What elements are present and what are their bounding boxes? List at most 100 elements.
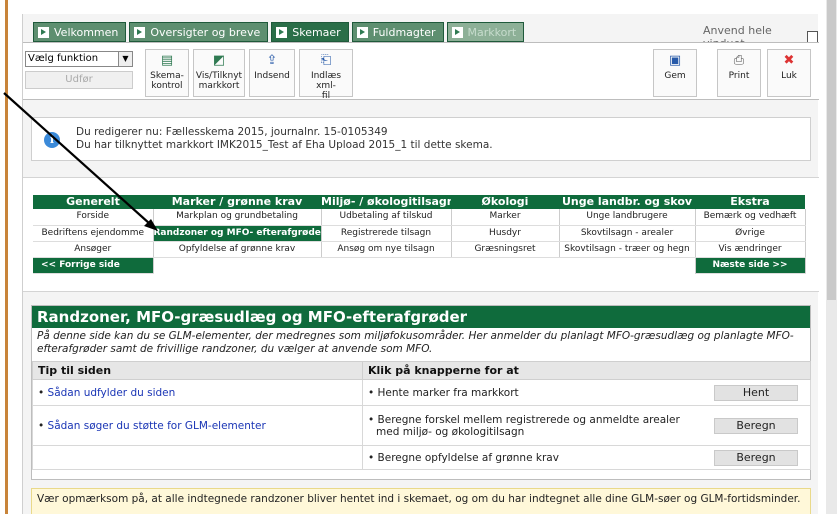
printer-icon: ⎙ (733, 53, 745, 68)
beregn-groenne-krav-button[interactable]: Beregn (714, 450, 798, 466)
checklist-icon: ▤ (160, 53, 174, 68)
nav-link-husdyr[interactable]: Husdyr (451, 225, 560, 242)
nav-link-bemaerk[interactable]: Bemærk og vedhæft (695, 209, 806, 226)
tab-label: Oversigter og breve (150, 25, 261, 39)
vis-tilknyt-markkort-button[interactable]: ◩ Vis/Tilknyt markkort (193, 49, 245, 97)
print-button[interactable]: ⎙ Print (717, 49, 761, 97)
nav-link-bedriftens-ejendomme[interactable]: Bedriftens ejendomme (33, 225, 154, 242)
tip-cell-empty (32, 445, 363, 470)
nav-link-skovtilsagn-arealer[interactable]: Skovtilsagn - arealer (559, 225, 696, 242)
tab-label: Markkort (467, 25, 517, 39)
info-icon: i (44, 132, 60, 148)
page-title: Randzoner, MFO-græsudlæg og MFO-efterafg… (32, 306, 810, 328)
action-cell: • Beregne forskel mellem registrerede og… (362, 405, 811, 446)
map-icon: ◩ (212, 53, 226, 68)
nav-link-graesningsret[interactable]: Græsningsret (451, 241, 560, 258)
nav-link-ansog-nye-tilsagn[interactable]: Ansøg om nye tilsagn (321, 241, 452, 258)
nav-header-unge: Unge landbr. og skov (559, 195, 695, 209)
tab-skemaer[interactable]: Skemaer (271, 22, 349, 42)
tab-fuldmagter[interactable]: Fuldmagter (351, 22, 444, 42)
nav-link-marker[interactable]: Marker (451, 209, 560, 226)
close-icon: ✖ (783, 53, 795, 68)
tab-label: Skemaer (292, 25, 341, 39)
tab-markkort: Markkort (446, 22, 525, 42)
action-text: Hente marker fra markkort (377, 386, 519, 399)
tab-velkommen[interactable]: Velkommen (33, 22, 127, 42)
vis-tilknyt-label: Vis/Tilknyt markkort (195, 71, 243, 91)
nav-link-opfyldelse[interactable]: Opfyldelse af grønne krav (153, 241, 322, 258)
gem-button[interactable]: ▣ Gem (653, 49, 697, 97)
indlaes-label: Indlæs xml- fil (310, 71, 342, 101)
nav-link-unge-landbrugere[interactable]: Unge landbrugere (559, 209, 696, 226)
tab-oversigter-og-breve[interactable]: Oversigter og breve (129, 22, 269, 42)
nav-header-okologi: Økologi (451, 195, 559, 209)
toolbar: Vælg funktion ▼ Udfør ▤ Skema- kontrol ◩… (23, 42, 819, 101)
vertical-scrollbar[interactable] (826, 0, 837, 514)
gem-label: Gem (664, 71, 686, 81)
arrow-right-icon (38, 26, 49, 38)
info-line-markkort: Du har tilknyttet markkort IMK2015_Test … (76, 139, 493, 151)
luk-label: Luk (781, 71, 797, 81)
send-icon: ⇪ (266, 53, 278, 68)
warning-note: Vær opmærksom på, at alle indtegnede ran… (31, 488, 811, 514)
previous-page-button[interactable]: << Forrige side (33, 257, 154, 274)
nav-spacer (153, 257, 696, 273)
info-line-editing: Du redigerer nu: Fællesskema 2015, journ… (76, 126, 388, 138)
tip-link-udfylder[interactable]: Sådan udfylder du siden (48, 387, 176, 399)
info-box: i Du redigerer nu: Fællesskema 2015, jou… (31, 117, 811, 161)
tab-label: Fuldmagter (372, 25, 436, 39)
skemakontrol-label: Skema- kontrol (150, 71, 184, 91)
arrow-right-icon (356, 26, 368, 38)
luk-button[interactable]: ✖ Luk (767, 49, 811, 97)
tip-link-glm[interactable]: Sådan søger du støtte for GLM-elementer (48, 420, 266, 432)
nav-header-miljo: Miljø- / økologitilsagn (321, 195, 451, 209)
tab-label: Velkommen (54, 25, 119, 39)
arrow-right-icon (134, 26, 146, 38)
page-description: På denne side kan du se GLM-elementer, d… (37, 330, 794, 355)
nav-link-udbetaling[interactable]: Udbetaling af tilskud (321, 209, 452, 226)
left-border-stripe (5, 0, 8, 514)
table-row: • Beregne opfyldelse af grønne krav Bere… (32, 445, 811, 470)
print-label: Print (728, 71, 750, 81)
action-cell: • Hente marker fra markkort Hent (362, 379, 811, 406)
nav-link-randzoner-selected[interactable]: Randzoner og MFO- efterafgrøder (153, 225, 322, 242)
udfor-button[interactable]: Udfør (25, 71, 133, 89)
import-file-icon: ⎗ (320, 53, 332, 68)
nav-link-ansoger[interactable]: Ansøger (33, 241, 154, 258)
content-panel: Randzoner, MFO-græsudlæg og MFO-efterafg… (31, 305, 811, 480)
table-row: • Sådan søger du støtte for GLM-elemente… (32, 405, 811, 446)
nav-link-forside[interactable]: Forside (33, 209, 154, 226)
nav-header-marker: Marker / grønne krav (153, 195, 321, 209)
hent-button[interactable]: Hent (714, 385, 798, 401)
chevron-down-icon[interactable]: ▼ (118, 52, 132, 66)
arrow-right-icon (451, 26, 463, 38)
indsend-button[interactable]: ⇪ Indsend (249, 49, 295, 97)
left-border (0, 0, 8, 514)
nav-header-ekstra: Ekstra (695, 195, 805, 209)
tab-bar: Velkommen Oversigter og breve Skemaer Fu… (33, 22, 525, 42)
arrow-right-icon (276, 26, 288, 38)
scrollbar-thumb[interactable] (827, 0, 836, 300)
tip-column-header: Tip til siden (32, 361, 363, 380)
tips-table: Tip til siden Klik på knapperne for at •… (32, 361, 811, 470)
table-row: • Sådan udfylder du siden • Hente marker… (32, 379, 811, 406)
beregn-forskel-button[interactable]: Beregn (714, 418, 798, 434)
tip-cell: • Sådan søger du støtte for GLM-elemente… (32, 405, 363, 446)
nav-link-markplan[interactable]: Markplan og grundbetaling (153, 209, 322, 226)
skema-navigation: Generelt Marker / grønne krav Miljø- / ø… (23, 177, 819, 292)
action-text: Beregne opfyldelse af grønne krav (377, 451, 559, 464)
action-text: Beregne forskel mellem registrerede og a… (376, 413, 680, 438)
nav-header-generelt: Generelt (33, 195, 153, 209)
action-cell: • Beregne opfyldelse af grønne krav Bere… (362, 445, 811, 470)
save-icon: ▣ (668, 53, 682, 68)
nav-link-ovrige[interactable]: Øvrige (695, 225, 806, 242)
function-select[interactable]: Vælg funktion ▼ (25, 51, 133, 67)
indlaes-xml-fil-button[interactable]: ⎗ Indlæs xml- fil (299, 49, 353, 101)
function-select-value: Vælg funktion (28, 53, 99, 64)
nav-link-skovtilsagn-traeer[interactable]: Skovtilsagn - træer og hegn (559, 241, 696, 258)
next-page-button[interactable]: Næste side >> (695, 257, 806, 274)
nav-link-vis-aendringer[interactable]: Vis ændringer (695, 241, 806, 258)
nav-link-registrerede-tilsagn[interactable]: Registrerede tilsagn (321, 225, 452, 242)
skemakontrol-button[interactable]: ▤ Skema- kontrol (145, 49, 189, 97)
main-panel: Velkommen Oversigter og breve Skemaer Fu… (22, 14, 819, 514)
